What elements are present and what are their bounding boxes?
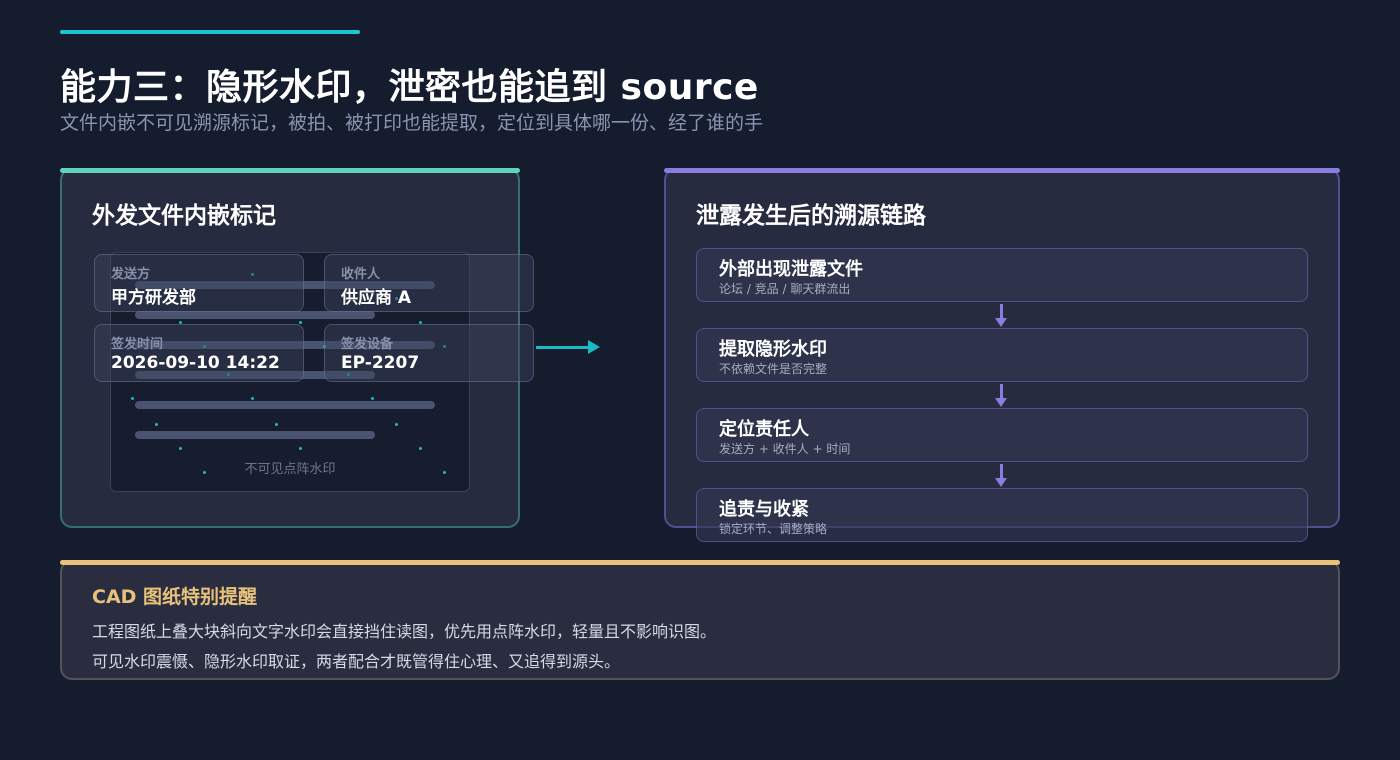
watermark-dot [179, 447, 182, 450]
step-desc: 锁定环节、调整策略 [719, 522, 828, 536]
doc-text-line [135, 311, 375, 319]
cad-note-line: 工程图纸上叠大块斜向文字水印会直接挡住读图，优先用点阵水印，轻量且不影响识图。 [92, 622, 717, 641]
step-title: 定位责任人 [719, 419, 809, 440]
page-title: 能力三：隐形水印，泄密也能追到 source [60, 67, 759, 108]
embedded-mark-card-title: 外发文件内嵌标记 [92, 203, 276, 229]
card-top-accent [664, 168, 1340, 173]
watermark-dot [299, 447, 302, 450]
arrow-down-icon [995, 478, 1007, 487]
trace-chain-card-title: 泄露发生后的溯源链路 [696, 203, 926, 229]
watermark-dot [131, 397, 134, 400]
trace-step-accountability: 追责与收紧 锁定环节、调整策略 [696, 488, 1308, 542]
device-value: EP-2207 [341, 353, 420, 373]
dot-watermark-caption: 不可见点阵水印 [244, 462, 336, 477]
info-device: 签发设备 EP-2207 [324, 324, 534, 382]
watermark-dot [371, 397, 374, 400]
step-title: 外部出现泄露文件 [719, 259, 863, 280]
info-recipient: 收件人 供应商 A [324, 254, 534, 312]
step-desc: 论坛 / 竞品 / 聊天群流出 [719, 282, 851, 296]
embedded-mark-card: 外发文件内嵌标记 不可见点阵水印 发送方 甲方研发部 收件人 供应商 A 签发时… [60, 168, 534, 528]
sender-value: 甲方研发部 [111, 288, 196, 308]
step-connector [1000, 304, 1003, 318]
card-top-accent [60, 168, 520, 173]
issue-time-label: 签发时间 [111, 337, 164, 352]
info-issue-time: 签发时间 2026-09-10 14:22 [94, 324, 304, 382]
sender-label: 发送方 [111, 267, 151, 282]
issue-time-value: 2026-09-10 14:22 [111, 353, 280, 373]
cad-note-line: 可见水印震慑、隐形水印取证，两者配合才既管得住心理、又追得到源头。 [92, 652, 621, 671]
page-subtitle: 文件内嵌不可见溯源标记，被拍、被打印也能提取，定位到具体哪一份、经了谁的手 [60, 112, 764, 134]
flow-arrow-right-icon [536, 346, 590, 349]
arrow-down-icon [995, 398, 1007, 407]
step-title: 提取隐形水印 [719, 339, 827, 360]
trace-step-extract: 提取隐形水印 不依赖文件是否完整 [696, 328, 1308, 382]
title-accent-bar [60, 30, 360, 34]
recipient-value: 供应商 A [341, 288, 412, 308]
trace-step-leak-found: 外部出现泄露文件 论坛 / 竞品 / 聊天群流出 [696, 248, 1308, 302]
trace-step-locate: 定位责任人 发送方 + 收件人 + 时间 [696, 408, 1308, 462]
cad-note-title: CAD 图纸特别提醒 [92, 586, 258, 608]
arrow-down-icon [995, 318, 1007, 327]
watermark-dot [275, 423, 278, 426]
arrow-head-icon [588, 340, 600, 354]
info-sender: 发送方 甲方研发部 [94, 254, 304, 312]
step-desc: 发送方 + 收件人 + 时间 [719, 442, 851, 456]
watermark-dot [299, 321, 302, 324]
step-desc: 不依赖文件是否完整 [719, 362, 828, 376]
card-top-accent [60, 560, 1340, 565]
recipient-label: 收件人 [341, 267, 381, 282]
step-connector [1000, 464, 1003, 478]
device-label: 签发设备 [341, 337, 394, 352]
step-connector [1000, 384, 1003, 398]
doc-text-line [135, 431, 375, 439]
watermark-dot [251, 397, 254, 400]
doc-text-line [135, 401, 435, 409]
cad-note-card: CAD 图纸特别提醒 工程图纸上叠大块斜向文字水印会直接挡住读图，优先用点阵水印… [60, 560, 1340, 680]
watermark-dot [395, 423, 398, 426]
watermark-dot [155, 423, 158, 426]
step-title: 追责与收紧 [719, 499, 809, 520]
watermark-dot [419, 447, 422, 450]
